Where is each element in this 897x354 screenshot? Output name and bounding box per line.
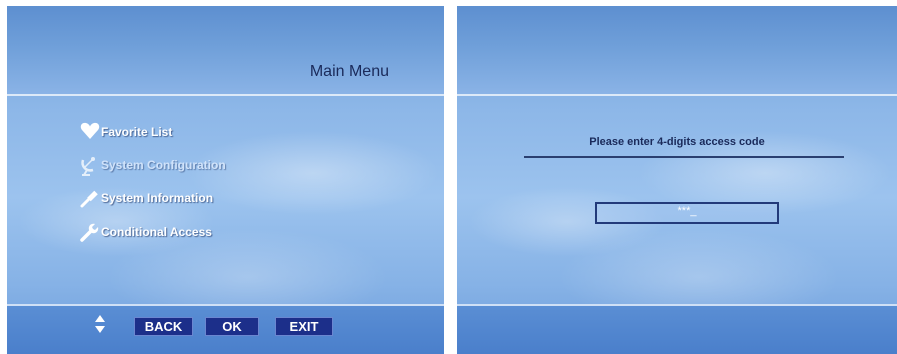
menu-item-label: Conditional Access [101,225,212,239]
satellite-dish-icon [79,154,101,176]
menu-item-label: System Information [101,191,214,205]
menu-item-favorite-list[interactable]: Favorite List [79,121,172,143]
access-code-input[interactable]: ***_ [595,202,779,224]
menu-item-conditional-access[interactable]: Conditional Access [79,221,212,243]
screwdriver-icon [79,187,101,209]
access-code-prompt: Please enter 4-digits access code [589,136,765,148]
menu-item-label: System Configuration [101,158,226,172]
page-title: Main Menu [309,63,389,80]
footer-bar [457,304,897,354]
ok-button[interactable]: OK [205,317,259,336]
up-down-arrows-icon [95,315,105,333]
menu-item-system-information[interactable]: System Information [79,187,213,209]
header-bar: Main Menu [7,6,444,96]
exit-button[interactable]: EXIT [275,317,333,336]
menu-item-system-configuration[interactable]: System Configuration [79,154,226,176]
access-code-screen: Please enter 4-digits access code ***_ [457,6,897,354]
header-bar [457,6,897,96]
divider [524,156,844,158]
wrench-icon [79,221,101,243]
back-button[interactable]: BACK [134,317,193,336]
main-menu-screen: Main Menu Favorite List System Configura… [7,6,444,354]
heart-icon [79,121,101,143]
menu-item-label: Favorite List [101,125,173,139]
